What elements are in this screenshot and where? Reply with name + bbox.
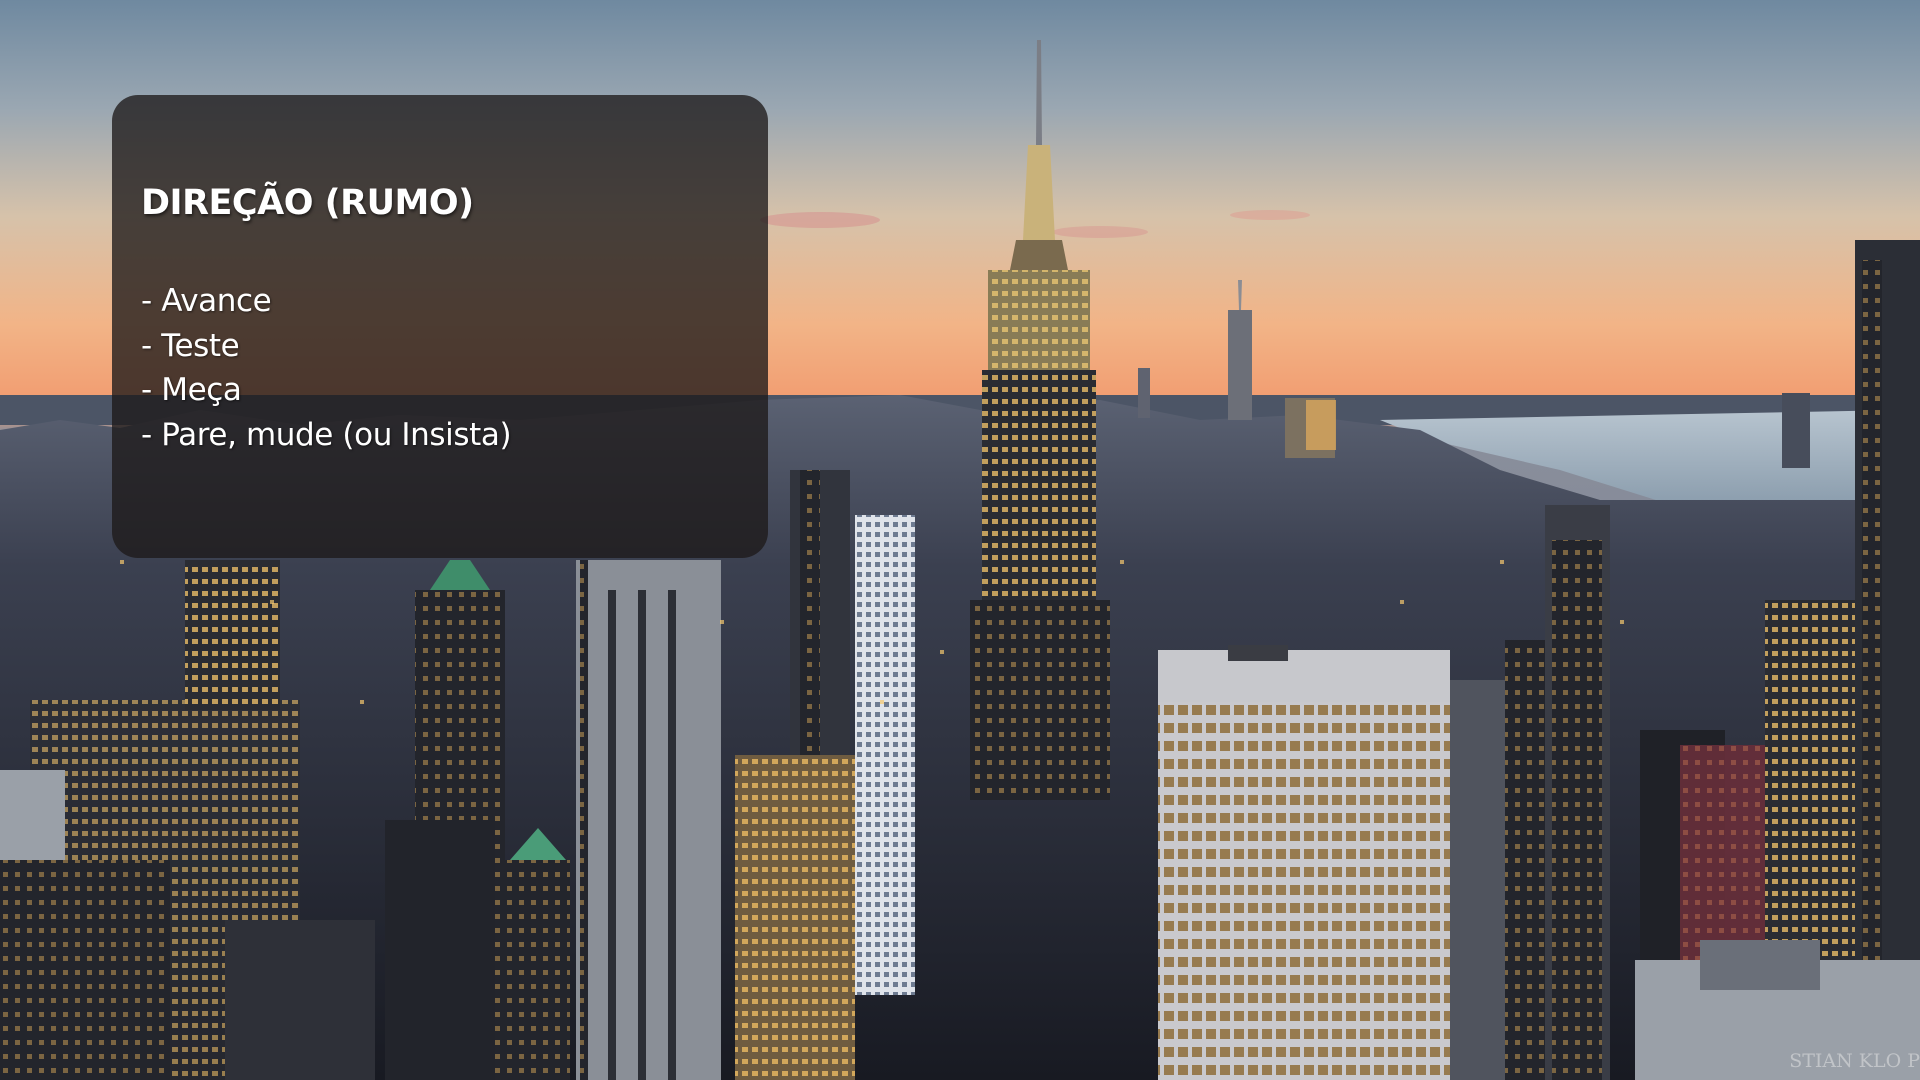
presentation-slide: DIREÇÃO (RUMO) - Avance - Teste - Meça -… <box>0 0 1920 1080</box>
list-item: - Avance <box>141 283 272 319</box>
list-item: - Meça <box>141 372 242 408</box>
bullet-list: - Avance - Teste - Meça - Pare, mude (ou… <box>141 279 768 457</box>
list-item: - Pare, mude (ou Insista) <box>141 416 512 453</box>
list-item: - Teste <box>141 327 240 364</box>
panel-title: DIREÇÃO (RUMO) <box>141 183 474 223</box>
text-panel: DIREÇÃO (RUMO) - Avance - Teste - Meça -… <box>112 95 768 558</box>
photo-credit: STIAN KLO P <box>1789 1050 1920 1072</box>
